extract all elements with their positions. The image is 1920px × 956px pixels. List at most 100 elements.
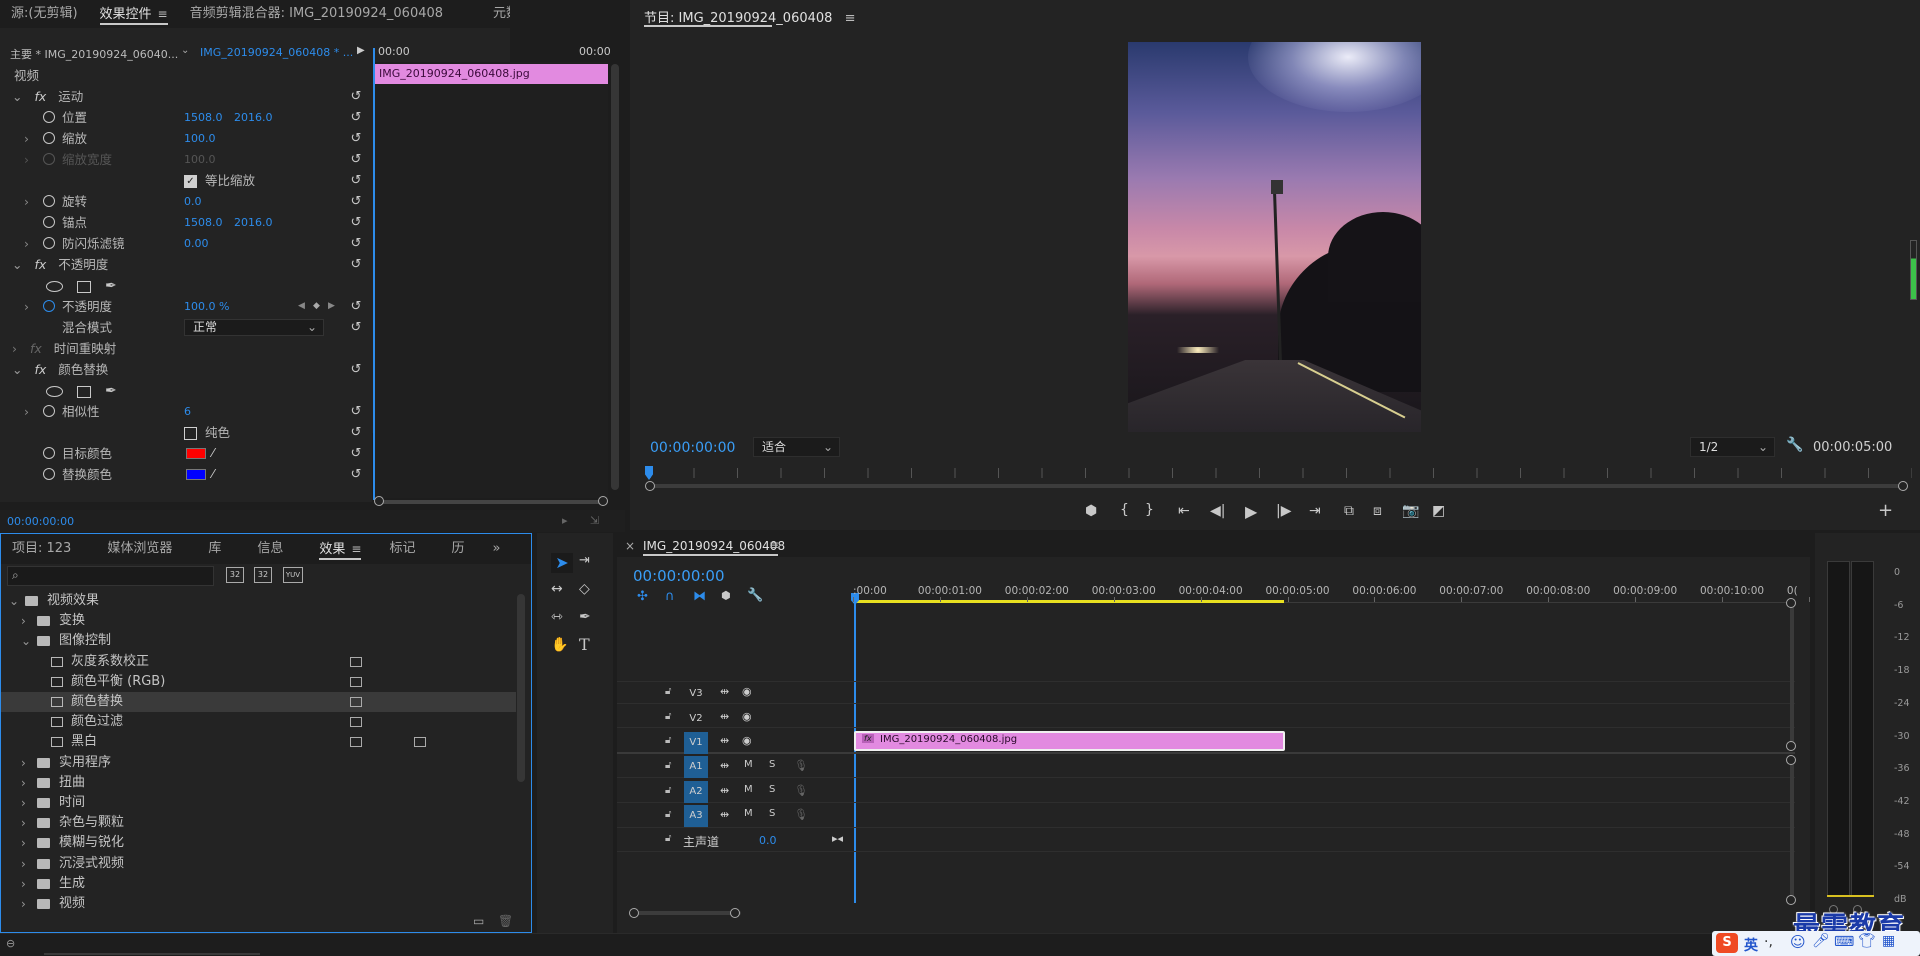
- panel-menu-icon[interactable]: ≡: [158, 7, 168, 21]
- mute-button[interactable]: M: [744, 808, 753, 819]
- slip-tool-icon[interactable]: ⇿: [551, 609, 563, 625]
- fx-icon[interactable]: fx: [34, 89, 46, 104]
- reset-icon[interactable]: ↺: [349, 254, 363, 275]
- stopwatch-icon[interactable]: [43, 405, 55, 417]
- add-button-icon[interactable]: +: [1878, 500, 1893, 521]
- fx-icon[interactable]: fx: [34, 362, 46, 377]
- effects-tree-item[interactable]: 颜色过滤: [1, 712, 516, 732]
- tab-effect-controls[interactable]: 效果控件 ≡: [89, 0, 179, 28]
- effects-tree-item[interactable]: 颜色替换: [1, 692, 516, 712]
- add-marker-icon[interactable]: ⬢: [1085, 503, 1097, 519]
- effects-search-input[interactable]: ⌕: [7, 566, 214, 586]
- lift-icon[interactable]: ⧉: [1344, 503, 1354, 519]
- chevron-down-icon[interactable]: ⌄: [12, 257, 22, 272]
- scroll-handle[interactable]: [1786, 741, 1796, 751]
- effects-tree-item[interactable]: › 沉浸式视频: [1, 854, 516, 874]
- effects-tree-item[interactable]: › 时间: [1, 793, 516, 813]
- chevron-right-icon[interactable]: ›: [24, 191, 29, 212]
- similarity-value[interactable]: 6: [184, 401, 191, 422]
- mini-timeline-zoom[interactable]: [378, 500, 606, 504]
- fx-icon[interactable]: fx: [34, 257, 46, 272]
- step-back-icon[interactable]: ◀|: [1210, 503, 1225, 519]
- snap-magnet-icon[interactable]: ∩: [665, 589, 675, 604]
- stopwatch-icon[interactable]: [43, 216, 55, 228]
- microphone-icon[interactable]: 🎙︎: [794, 808, 808, 821]
- effects-tree-item[interactable]: 颜色平衡 (RGB): [1, 672, 516, 692]
- timeline-timecode[interactable]: 00:00:00:00: [633, 567, 725, 585]
- type-tool-icon[interactable]: T: [579, 635, 590, 654]
- opacity-value[interactable]: 100.0 %: [184, 296, 229, 317]
- master-clip-label[interactable]: 主要 * IMG_20190924_06040...: [10, 46, 178, 62]
- selection-tool-icon[interactable]: ➤: [551, 553, 573, 573]
- reset-icon[interactable]: ↺: [349, 149, 363, 170]
- chevron-right-icon[interactable]: ›: [21, 793, 26, 813]
- reset-icon[interactable]: ↺: [349, 128, 363, 149]
- ripple-edit-tool-icon[interactable]: ↔: [551, 581, 563, 597]
- sync-lock-icon[interactable]: ⇹: [720, 784, 729, 797]
- reset-icon[interactable]: ↺: [349, 401, 363, 422]
- program-timecode[interactable]: 00:00:00:00: [650, 440, 735, 456]
- track-target-a1[interactable]: A1: [684, 756, 708, 778]
- sync-lock-icon[interactable]: ⇹: [720, 685, 729, 698]
- solo-button[interactable]: S: [769, 784, 775, 795]
- chevron-right-icon[interactable]: ›: [12, 341, 17, 356]
- sequence-clip-label[interactable]: IMG_20190924_060408 * ...: [200, 46, 353, 59]
- mini-clip-bar[interactable]: IMG_20190924_060408.jpg: [375, 64, 608, 84]
- scale-value[interactable]: 100.0: [184, 128, 216, 149]
- mark-out-icon[interactable]: }: [1145, 502, 1154, 518]
- motion-row[interactable]: ⌄ fx 运动: [12, 86, 83, 107]
- ime-grid-icon[interactable]: ▦: [1882, 933, 1895, 949]
- stopwatch-icon[interactable]: [43, 111, 55, 123]
- position-y-value[interactable]: 2016.0: [234, 107, 273, 128]
- panel-menu-icon[interactable]: ≡: [351, 542, 361, 556]
- track-select-tool-icon[interactable]: ⇥: [579, 553, 590, 568]
- track-target-v1[interactable]: V1: [684, 732, 708, 754]
- lock-icon[interactable]: 🔓︎: [665, 735, 671, 746]
- play-clip-icon[interactable]: ▶: [357, 45, 365, 56]
- reset-icon[interactable]: ↺: [349, 86, 363, 107]
- change-color-row[interactable]: ⌄ fx 颜色替换: [12, 359, 108, 380]
- 32bit-effects-icon[interactable]: 32: [254, 567, 272, 583]
- clip-fx-badge[interactable]: fx: [862, 734, 874, 743]
- chevron-right-icon[interactable]: ›: [21, 833, 26, 853]
- chevron-right-icon[interactable]: ›: [21, 611, 26, 631]
- step-forward-icon[interactable]: |▶: [1276, 503, 1291, 519]
- eyedropper-icon[interactable]: ⁄: [212, 464, 214, 485]
- nest-icon[interactable]: ✣: [637, 589, 648, 604]
- solo-button[interactable]: S: [769, 759, 775, 770]
- comparison-view-icon[interactable]: ◩: [1432, 503, 1445, 519]
- mini-playhead[interactable]: [373, 48, 375, 500]
- tab-effects[interactable]: 效果 ≡: [308, 535, 372, 563]
- pen-mask-icon[interactable]: ✒: [105, 278, 117, 294]
- sync-lock-icon[interactable]: ⇹: [720, 734, 729, 747]
- zoom-handle-right[interactable]: [598, 496, 608, 506]
- video-tracks-scrollbar[interactable]: [1790, 603, 1794, 750]
- effects-tree-item[interactable]: › 变换: [1, 611, 516, 631]
- chevron-right-icon[interactable]: ›: [21, 894, 26, 911]
- effects-tree-item[interactable]: › 视频: [1, 894, 516, 911]
- tab-history[interactable]: 历: [440, 535, 475, 563]
- opacity-section-row[interactable]: ⌄ fx 不透明度: [12, 254, 108, 275]
- tab-source[interactable]: 源:(无剪辑): [0, 0, 89, 28]
- add-keyframe-icon[interactable]: ◆: [313, 296, 320, 317]
- eye-icon[interactable]: ◉: [742, 710, 752, 723]
- panel-menu-icon[interactable]: ≡: [769, 538, 779, 552]
- track-target-v3[interactable]: V3: [684, 683, 708, 705]
- lock-icon[interactable]: 🔓︎: [665, 833, 671, 844]
- timeline-title[interactable]: IMG_20190924_060408: [643, 539, 785, 553]
- mute-button[interactable]: M: [744, 784, 753, 795]
- solid-color-checkbox[interactable]: [184, 427, 197, 440]
- track-target-a2[interactable]: A2: [684, 781, 708, 803]
- tab-info[interactable]: 信息: [246, 535, 294, 563]
- time-remap-row[interactable]: › fx 时间重映射: [12, 338, 116, 359]
- reset-icon[interactable]: ↺: [349, 212, 363, 233]
- scroll-handle[interactable]: [1786, 895, 1796, 905]
- ime-mic-icon[interactable]: 🎤︎: [1812, 933, 1830, 949]
- lock-icon[interactable]: 🔓︎: [665, 760, 671, 771]
- chevron-right-icon[interactable]: ›: [21, 874, 26, 894]
- reset-icon[interactable]: ↺: [349, 233, 363, 254]
- reset-icon[interactable]: ↺: [349, 443, 363, 464]
- audio-tracks-scrollbar[interactable]: [1790, 760, 1794, 900]
- close-icon[interactable]: ×: [625, 539, 635, 553]
- tab-media-browser[interactable]: 媒体浏览器: [96, 535, 183, 563]
